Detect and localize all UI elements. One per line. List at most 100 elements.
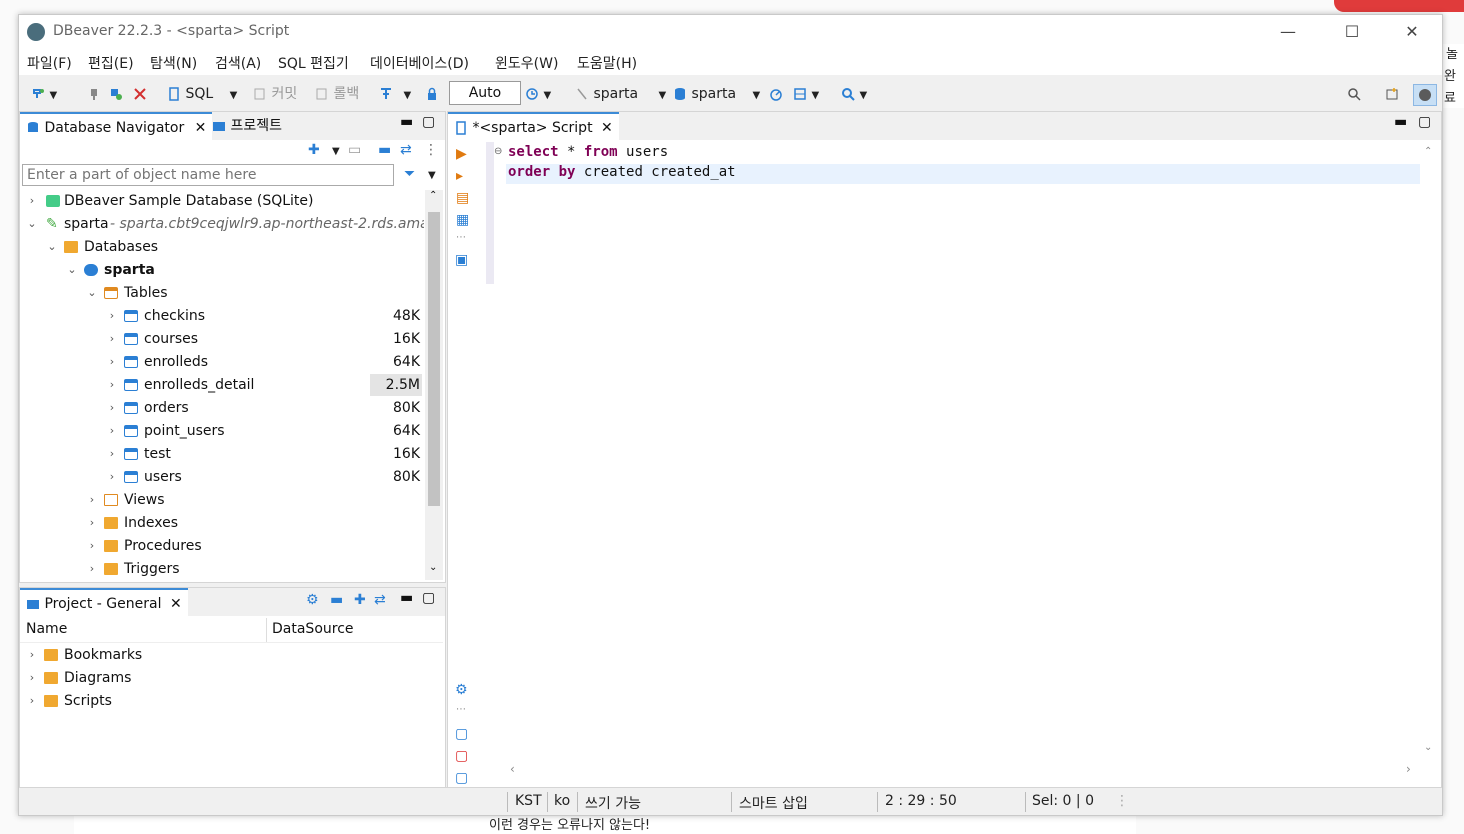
disconnect-button[interactable] bbox=[87, 84, 101, 104]
tree-item-databases[interactable]: ⌄ Databases bbox=[20, 236, 424, 258]
chevron-down-icon[interactable]: ▼ bbox=[659, 90, 667, 101]
maximize-view-icon[interactable]: ▢ bbox=[422, 114, 435, 130]
table-row[interactable]: › users 80K bbox=[20, 466, 424, 488]
close-icon[interactable]: ✕ bbox=[170, 596, 182, 612]
chevron-right-icon[interactable]: › bbox=[106, 397, 118, 419]
active-schema-selector[interactable]: sparta ▼ bbox=[673, 84, 760, 104]
disconnect-all-button[interactable] bbox=[133, 84, 147, 104]
chevron-right-icon[interactable]: › bbox=[26, 644, 38, 666]
tab-database-navigator[interactable]: Database Navigator ✕ bbox=[20, 112, 213, 142]
table-row[interactable]: › enrolleds_detail 2.5M bbox=[20, 374, 424, 396]
chevron-down-icon[interactable]: ▼ bbox=[230, 90, 238, 101]
link-editor-icon[interactable]: ⇄ bbox=[400, 142, 412, 158]
editor-vertical-scrollbar[interactable]: ⌃ ⌄ bbox=[1420, 142, 1438, 762]
dbeaver-perspective-button[interactable] bbox=[1413, 84, 1437, 106]
tree-item-tables[interactable]: ⌄ Tables bbox=[20, 282, 424, 304]
chevron-down-icon[interactable]: ▼ bbox=[403, 90, 411, 101]
chevron-down-icon[interactable]: ▼ bbox=[428, 170, 436, 181]
view-menu-icon[interactable]: ⋮ bbox=[424, 142, 438, 158]
chevron-right-icon[interactable]: › bbox=[106, 328, 118, 350]
search-tool-button[interactable]: ▼ bbox=[841, 84, 867, 104]
table-row[interactable]: › point_users 64K bbox=[20, 420, 424, 442]
chevron-down-icon[interactable]: ⌄ bbox=[86, 282, 98, 304]
scroll-up-icon[interactable]: ⌃ bbox=[429, 190, 437, 201]
collapse-all-icon[interactable]: ▬ bbox=[330, 592, 343, 608]
menu-database[interactable]: 데이터베이스(D) bbox=[370, 53, 469, 73]
maximize-button[interactable]: ☐ bbox=[1329, 19, 1375, 45]
scroll-up-icon[interactable]: ⌃ bbox=[1424, 146, 1432, 157]
active-datasource-selector[interactable]: sparta ▼ bbox=[575, 84, 666, 104]
import-icon[interactable]: ▢ bbox=[455, 748, 468, 764]
sql-editor-button[interactable]: SQL ▼ bbox=[167, 84, 237, 104]
chevron-down-icon[interactable]: ▼ bbox=[753, 90, 761, 101]
minimize-view-icon[interactable]: ▬ bbox=[1394, 114, 1407, 130]
chevron-right-icon[interactable]: › bbox=[106, 420, 118, 442]
reconnect-button[interactable] bbox=[109, 84, 123, 104]
close-icon[interactable]: ✕ bbox=[195, 120, 207, 136]
menu-search[interactable]: 검색(A) bbox=[215, 53, 261, 73]
scroll-left-icon[interactable]: ‹ bbox=[510, 762, 515, 776]
maximize-view-icon[interactable]: ▢ bbox=[1418, 114, 1431, 130]
new-folder-icon[interactable]: ▭ bbox=[348, 142, 361, 158]
scroll-down-icon[interactable]: ⌄ bbox=[429, 562, 437, 573]
chevron-down-icon[interactable]: ▼ bbox=[811, 90, 819, 101]
global-search-button[interactable] bbox=[1347, 84, 1361, 104]
chevron-right-icon[interactable]: › bbox=[26, 690, 38, 712]
console-icon[interactable]: ▣ bbox=[455, 252, 468, 268]
lock-button[interactable] bbox=[425, 84, 439, 104]
tree-item-procedures[interactable]: › Procedures bbox=[20, 535, 424, 557]
export-icon[interactable]: ▢ bbox=[455, 726, 468, 742]
object-filter-input[interactable] bbox=[22, 164, 394, 186]
tab-project-general[interactable]: Project - General ✕ bbox=[20, 588, 188, 618]
chevron-down-icon[interactable]: ▼ bbox=[859, 90, 867, 101]
open-perspective-button[interactable] bbox=[1385, 84, 1399, 104]
tab-project[interactable]: 프로젝트 bbox=[206, 112, 288, 140]
chevron-right-icon[interactable]: › bbox=[106, 443, 118, 465]
minimize-button[interactable]: — bbox=[1265, 19, 1311, 45]
tab-sparta-script[interactable]: *<sparta> Script ✕ bbox=[448, 112, 619, 142]
commit-button[interactable]: 커밋 bbox=[253, 84, 297, 104]
chevron-down-icon[interactable]: ⌄ bbox=[26, 213, 38, 235]
execute-statement-icon[interactable]: ▶ bbox=[456, 146, 467, 162]
project-item-scripts[interactable]: › Scripts bbox=[20, 690, 443, 712]
table-row[interactable]: › orders 80K bbox=[20, 397, 424, 419]
chevron-right-icon[interactable]: › bbox=[106, 305, 118, 327]
editor-horizontal-scrollbar[interactable]: ‹ › bbox=[506, 762, 1420, 780]
new-connection-button[interactable]: ▼ bbox=[31, 84, 57, 104]
chevron-down-icon[interactable]: ▼ bbox=[543, 90, 551, 101]
gear-icon[interactable]: ⚙ bbox=[306, 592, 319, 608]
chevron-right-icon[interactable]: › bbox=[106, 374, 118, 396]
erd-button[interactable]: ▼ bbox=[793, 84, 819, 104]
tree-item-sample-db[interactable]: › DBeaver Sample Database (SQLite) bbox=[20, 190, 424, 212]
scroll-down-icon[interactable]: ⌄ bbox=[1424, 742, 1432, 753]
table-row[interactable]: › enrolleds 64K bbox=[20, 351, 424, 373]
explain-plan-icon[interactable]: ▦ bbox=[456, 212, 469, 228]
chevron-right-icon[interactable]: › bbox=[86, 535, 98, 557]
fold-collapse-icon[interactable]: ⊖ bbox=[494, 146, 502, 157]
menu-navigate[interactable]: 탐색(N) bbox=[150, 53, 197, 73]
chevron-down-icon[interactable]: ⌄ bbox=[66, 259, 78, 281]
table-row[interactable]: › checkins 48K bbox=[20, 305, 424, 327]
menu-sql-editor[interactable]: SQL 편집기 bbox=[278, 53, 349, 73]
minimize-view-icon[interactable]: ▬ bbox=[400, 114, 413, 130]
new-connection-icon[interactable]: ✚ bbox=[308, 142, 320, 158]
expand-icon[interactable]: ✚ bbox=[354, 592, 366, 608]
tree-item-triggers[interactable]: › Triggers bbox=[20, 558, 424, 580]
execute-in-new-tab-icon[interactable]: ▸ bbox=[456, 168, 463, 184]
close-icon[interactable]: ✕ bbox=[601, 120, 613, 136]
close-button[interactable]: ✕ bbox=[1389, 19, 1435, 45]
menu-window[interactable]: 윈도우(W) bbox=[495, 53, 558, 73]
collapse-all-icon[interactable]: ▬ bbox=[378, 142, 391, 158]
menu-help[interactable]: 도움말(H) bbox=[577, 53, 637, 73]
menu-file[interactable]: 파일(F) bbox=[27, 53, 72, 73]
dashboard-button[interactable] bbox=[769, 84, 783, 104]
chevron-right-icon[interactable]: › bbox=[106, 351, 118, 373]
transaction-mode-button[interactable]: ▼ bbox=[379, 84, 411, 104]
table-row[interactable]: › test 16K bbox=[20, 443, 424, 465]
code-area[interactable]: select * from users order by created cre… bbox=[506, 142, 1420, 762]
table-row[interactable]: › courses 16K bbox=[20, 328, 424, 350]
menu-edit[interactable]: 편집(E) bbox=[88, 53, 134, 73]
tree-item-views[interactable]: › Views bbox=[20, 489, 424, 511]
tree-item-connection-sparta[interactable]: ⌄ ✎ sparta - sparta.cbt9ceqjwlr9.ap-nort… bbox=[20, 213, 424, 235]
auto-commit-mode[interactable]: Auto bbox=[449, 81, 521, 105]
